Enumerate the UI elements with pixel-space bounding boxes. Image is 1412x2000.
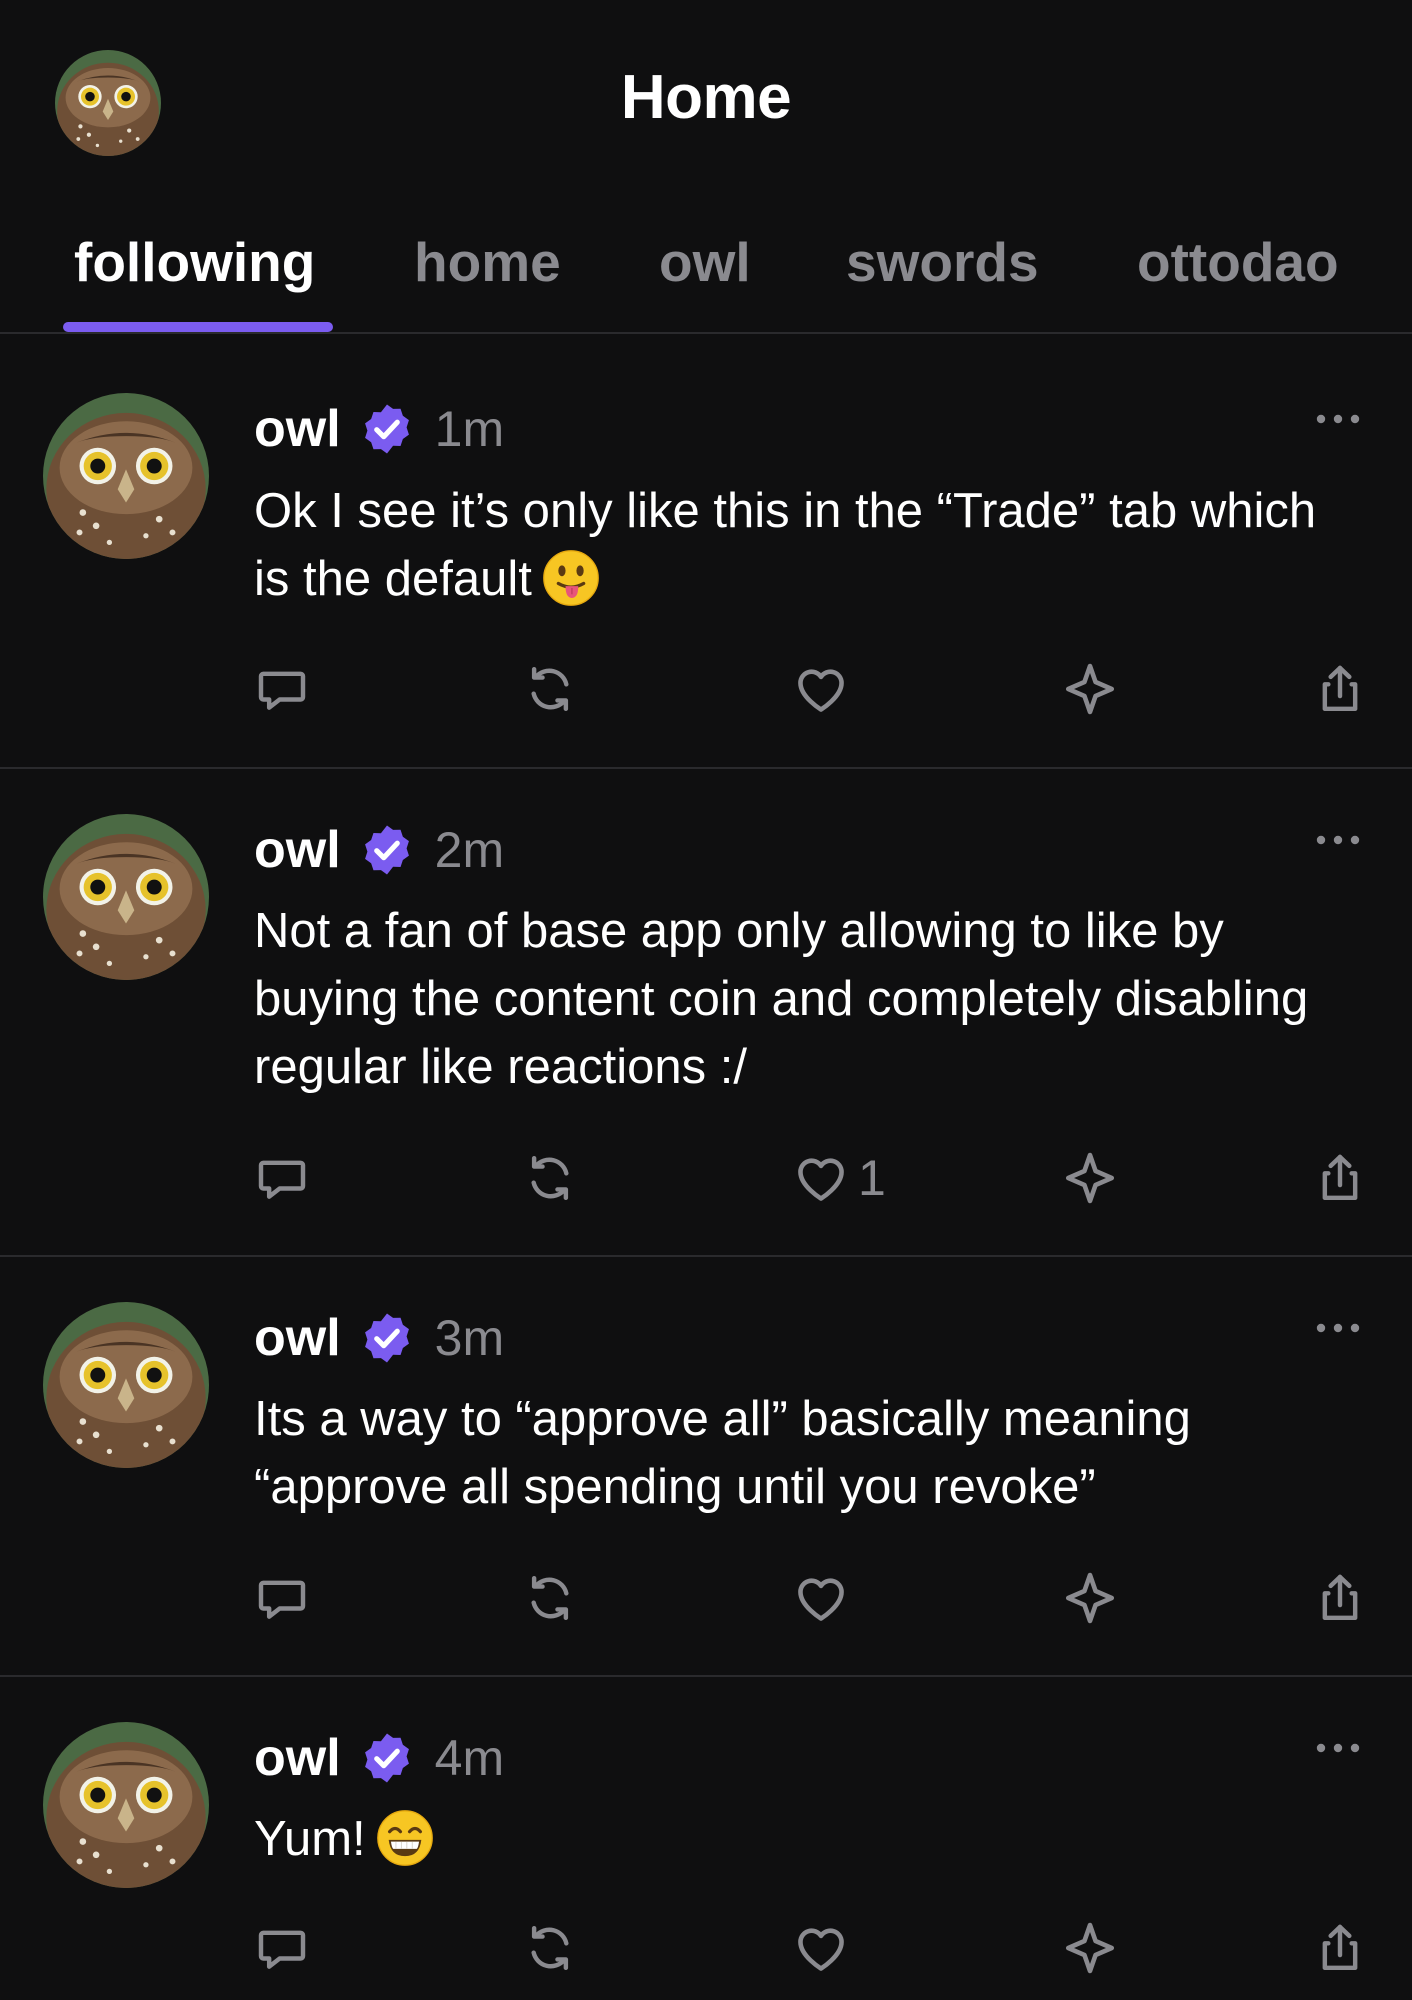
post-header: owl 2m [254, 815, 504, 885]
share-button[interactable] [1312, 654, 1368, 724]
post-author[interactable]: owl [254, 820, 341, 880]
reply-icon [254, 1920, 310, 1976]
grinning-face-icon [376, 1809, 434, 1867]
recast-button[interactable] [522, 654, 578, 724]
avatar[interactable] [43, 1302, 209, 1468]
post-text: Not a fan of base app only allowing to l… [254, 897, 1364, 1101]
sparkle-icon [1061, 660, 1119, 718]
verified-badge-icon [359, 401, 415, 457]
heart-icon [792, 1149, 850, 1207]
avatar[interactable] [43, 393, 209, 559]
tip-button[interactable] [1061, 1913, 1119, 1983]
post-author[interactable]: owl [254, 1308, 341, 1368]
recast-icon [522, 1150, 578, 1206]
active-tab-indicator [63, 322, 333, 332]
sparkle-icon [1061, 1149, 1119, 1207]
owl-avatar-image [43, 1722, 209, 1888]
heart-icon [792, 1919, 850, 1977]
share-button[interactable] [1312, 1913, 1368, 1983]
heart-icon [792, 660, 850, 718]
tongue-face-icon [542, 549, 600, 607]
post-text: Ok I see it’s only like this in the “Tra… [254, 477, 1364, 613]
heart-icon [792, 1569, 850, 1627]
share-icon [1312, 1570, 1368, 1626]
verified-badge-icon [359, 822, 415, 878]
reply-button[interactable] [254, 1563, 310, 1633]
verified-badge-icon [359, 1730, 415, 1786]
post-text: Yum! [254, 1805, 1364, 1873]
reply-button[interactable] [254, 654, 310, 724]
reply-button[interactable] [254, 1143, 310, 1213]
post-card[interactable]: owl 3m Its a way to “approve all” basica… [0, 1257, 1412, 1677]
like-button[interactable] [792, 1563, 858, 1633]
post-timestamp: 2m [434, 822, 505, 878]
post-card[interactable]: owl 4m Yum! [0, 1677, 1412, 2000]
post-author[interactable]: owl [254, 1728, 341, 1788]
owl-avatar-image [43, 393, 209, 559]
like-button[interactable] [792, 1913, 858, 1983]
recast-button[interactable] [522, 1143, 578, 1213]
reply-button[interactable] [254, 1913, 310, 1983]
share-button[interactable] [1312, 1143, 1368, 1213]
recast-icon [522, 661, 578, 717]
tip-button[interactable] [1061, 654, 1119, 724]
sparkle-icon [1061, 1919, 1119, 1977]
post-header: owl 4m [254, 1723, 504, 1793]
post-actions [0, 654, 1412, 724]
sparkle-icon [1061, 1569, 1119, 1627]
tab-home[interactable]: home [414, 230, 561, 294]
more-icon[interactable] [1314, 1321, 1362, 1335]
more-icon[interactable] [1314, 1741, 1362, 1755]
post-card[interactable]: owl 1m Ok I see it’s only like this in t… [0, 334, 1412, 769]
post-text: Its a way to “approve all” basically mea… [254, 1385, 1364, 1521]
like-count: 1 [858, 1150, 886, 1206]
reply-icon [254, 1570, 310, 1626]
recast-icon [522, 1920, 578, 1976]
tip-button[interactable] [1061, 1143, 1119, 1213]
reply-icon [254, 661, 310, 717]
more-icon[interactable] [1314, 833, 1362, 847]
tab-following[interactable]: following [74, 230, 315, 294]
verified-badge-icon [359, 1310, 415, 1366]
app-header: Home [0, 0, 1412, 200]
owl-avatar-image [43, 1302, 209, 1468]
post-header: owl 1m [254, 394, 504, 464]
share-icon [1312, 661, 1368, 717]
post-author[interactable]: owl [254, 399, 341, 459]
like-button[interactable] [792, 654, 858, 724]
post-actions [0, 1913, 1412, 1983]
post-header: owl 3m [254, 1303, 504, 1373]
post-timestamp: 3m [434, 1310, 505, 1366]
recast-icon [522, 1570, 578, 1626]
post-card[interactable]: owl 2m Not a fan of base app only allowi… [0, 769, 1412, 1257]
post-body: Yum! [254, 1812, 366, 1866]
reply-icon [254, 1150, 310, 1206]
like-button[interactable]: 1 [792, 1143, 886, 1213]
post-body: Not a fan of base app only allowing to l… [254, 904, 1309, 1094]
share-button[interactable] [1312, 1563, 1368, 1633]
owl-avatar-image [43, 814, 209, 980]
avatar[interactable] [43, 1722, 209, 1888]
share-icon [1312, 1920, 1368, 1976]
tab-ottodao[interactable]: ottodao [1137, 230, 1339, 294]
avatar[interactable] [43, 814, 209, 980]
recast-button[interactable] [522, 1563, 578, 1633]
tab-swords[interactable]: swords [846, 230, 1039, 294]
post-actions: 1 [0, 1143, 1412, 1213]
post-timestamp: 4m [434, 1730, 505, 1786]
post-body: Its a way to “approve all” basically mea… [254, 1392, 1191, 1514]
post-actions [0, 1563, 1412, 1633]
recast-button[interactable] [522, 1913, 578, 1983]
post-timestamp: 1m [434, 401, 505, 457]
page-title: Home [620, 63, 792, 132]
feed-tabs: following home owl swords ottodao [0, 200, 1412, 334]
tip-button[interactable] [1061, 1563, 1119, 1633]
post-body: Ok I see it’s only like this in the “Tra… [254, 484, 1317, 606]
share-icon [1312, 1150, 1368, 1206]
tab-owl[interactable]: owl [659, 230, 751, 294]
more-icon[interactable] [1314, 412, 1362, 426]
